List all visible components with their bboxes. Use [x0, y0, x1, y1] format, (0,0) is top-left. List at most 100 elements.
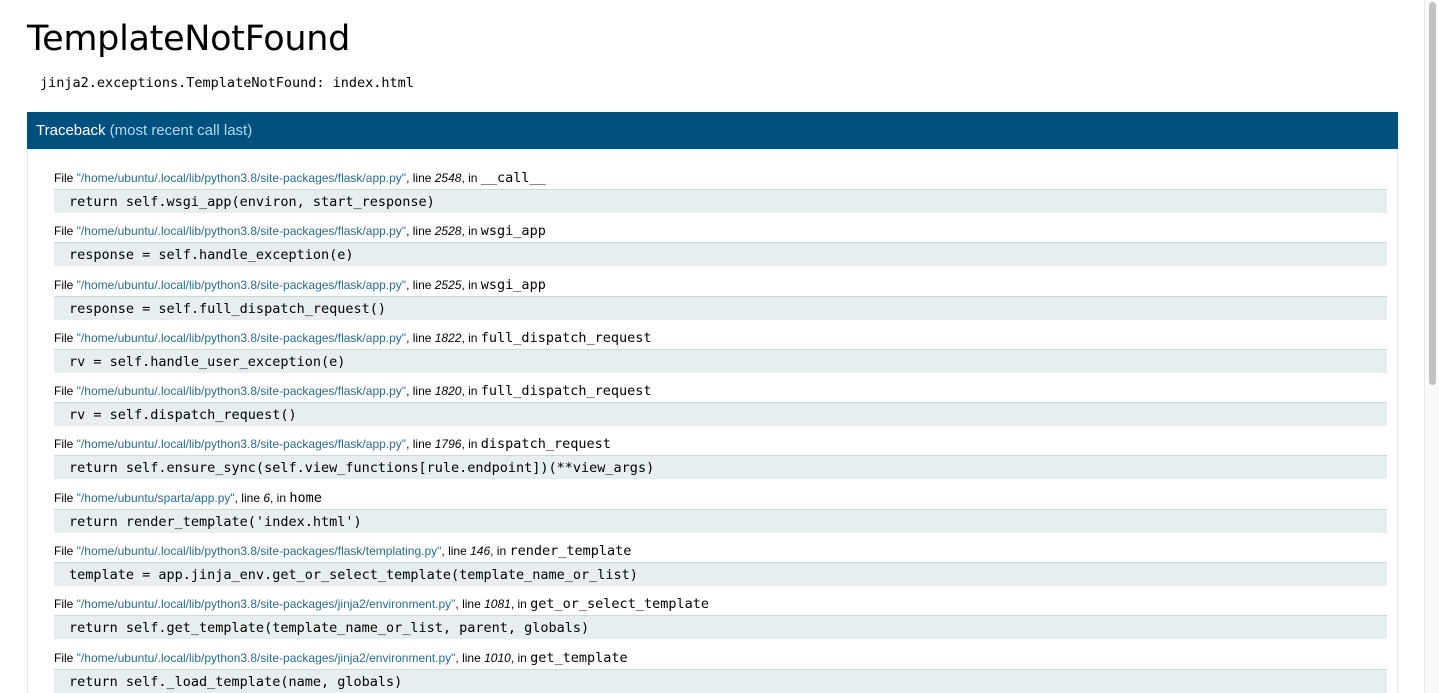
frame-source-line[interactable]: return self.wsgi_app(environ, start_resp… [54, 189, 1387, 213]
in-prefix: , in [461, 277, 481, 292]
file-prefix: File [54, 650, 77, 665]
traceback-frame: File "/home/ubuntu/sparta/app.py", line … [54, 490, 1387, 543]
frame-filename[interactable]: "/home/ubuntu/.local/lib/python3.8/site-… [77, 651, 456, 665]
line-prefix: , line [406, 224, 435, 239]
frame-filename[interactable]: "/home/ubuntu/.local/lib/python3.8/site-… [77, 171, 406, 185]
frame-filename[interactable]: "/home/ubuntu/.local/lib/python3.8/site-… [77, 224, 406, 238]
page-title: TemplateNotFound [27, 19, 351, 59]
file-prefix: File [54, 544, 77, 559]
frame-lineno: 1820 [434, 384, 462, 399]
traceback-frame: File "/home/ubuntu/.local/lib/python3.8/… [54, 383, 1387, 436]
frame-lineno: 6 [263, 490, 271, 505]
traceback-frame: File "/home/ubuntu/.local/lib/python3.8/… [54, 436, 1387, 489]
traceback-frame: File "/home/ubuntu/.local/lib/python3.8/… [54, 223, 1387, 276]
frame-source-line[interactable]: rv = self.dispatch_request() [54, 402, 1387, 427]
traceback-frame: File "/home/ubuntu/.local/lib/python3.8/… [54, 277, 1387, 330]
frame-filename[interactable]: "/home/ubuntu/.local/lib/python3.8/site-… [77, 384, 406, 398]
frame-location: File "/home/ubuntu/sparta/app.py", line … [54, 490, 1387, 509]
frame-lineno: 2525 [434, 277, 462, 292]
in-prefix: , in [510, 650, 531, 665]
line-prefix: , line [406, 171, 435, 185]
file-prefix: File [54, 597, 77, 612]
line-prefix: , line [234, 490, 264, 505]
vertical-scrollbar[interactable] [1424, 0, 1439, 693]
frame-function: wsgi_app [480, 223, 546, 240]
frame-source-line[interactable]: return self.ensure_sync(self.view_functi… [54, 455, 1387, 480]
frame-function: home [289, 489, 322, 506]
frame-function: get_or_select_template [530, 596, 709, 613]
file-prefix: File [54, 490, 77, 505]
file-prefix: File [54, 384, 77, 399]
frame-source-line[interactable]: return self._load_template(name, globals… [54, 668, 1387, 693]
in-prefix: , in [461, 171, 481, 185]
traceback-frame: File "/home/ubuntu/.local/lib/python3.8/… [54, 170, 1387, 223]
frame-lineno: 1822 [434, 330, 462, 345]
frame-source-line[interactable]: response = self.full_dispatch_request() [54, 295, 1387, 320]
frame-filename[interactable]: "/home/ubuntu/.local/lib/python3.8/site-… [77, 437, 406, 451]
error-message: jinja2.exceptions.TemplateNotFound: inde… [40, 75, 414, 91]
frame-function: __call__ [480, 170, 546, 186]
file-prefix: File [54, 277, 77, 292]
frame-location: File "/home/ubuntu/.local/lib/python3.8/… [54, 596, 1387, 615]
traceback-toggle-link[interactable]: (most recent call last) [110, 122, 253, 139]
traceback-frame: File "/home/ubuntu/.local/lib/python3.8/… [54, 596, 1387, 649]
in-prefix: , in [461, 224, 481, 239]
frame-filename[interactable]: "/home/ubuntu/.local/lib/python3.8/site-… [77, 278, 406, 292]
debugger-content: TemplateNotFound jinja2.exceptions.Templ… [27, 0, 1398, 693]
frame-function: get_template [530, 649, 628, 666]
frame-filename[interactable]: "/home/ubuntu/.local/lib/python3.8/site-… [77, 331, 406, 345]
debugger-page: TemplateNotFound jinja2.exceptions.Templ… [0, 0, 1439, 693]
traceback-frame: File "/home/ubuntu/.local/lib/python3.8/… [54, 543, 1387, 596]
frame-function: dispatch_request [480, 436, 611, 453]
file-prefix: File [54, 171, 77, 185]
in-prefix: , in [461, 437, 481, 452]
traceback-frames: File "/home/ubuntu/.local/lib/python3.8/… [27, 149, 1398, 693]
line-prefix: , line [455, 650, 485, 665]
frame-lineno: 1796 [434, 437, 462, 452]
frame-location: File "/home/ubuntu/.local/lib/python3.8/… [54, 436, 1387, 455]
frame-source-line[interactable]: rv = self.handle_user_exception(e) [54, 348, 1387, 373]
frame-lineno: 1010 [484, 650, 511, 665]
frame-source-line[interactable]: template = app.jinja_env.get_or_select_t… [54, 562, 1387, 587]
frame-location: File "/home/ubuntu/.local/lib/python3.8/… [54, 650, 1387, 669]
frame-location: File "/home/ubuntu/.local/lib/python3.8/… [54, 543, 1387, 562]
scrollbar-thumb[interactable] [1429, 2, 1436, 385]
frame-source-line[interactable]: return render_template('index.html') [54, 508, 1387, 533]
frame-function: full_dispatch_request [480, 383, 652, 400]
frame-lineno: 2548 [434, 171, 462, 185]
frame-function: wsgi_app [480, 276, 546, 293]
file-prefix: File [54, 330, 77, 345]
file-prefix: File [54, 437, 77, 452]
frame-location: File "/home/ubuntu/.local/lib/python3.8/… [54, 277, 1387, 296]
frame-function: render_template [509, 543, 632, 560]
frame-filename[interactable]: "/home/ubuntu/sparta/app.py" [77, 491, 235, 505]
line-prefix: , line [406, 277, 435, 292]
frame-location: File "/home/ubuntu/.local/lib/python3.8/… [54, 170, 1387, 189]
frame-location: File "/home/ubuntu/.local/lib/python3.8/… [54, 330, 1387, 349]
traceback-header: Traceback (most recent call last) [27, 112, 1398, 149]
line-prefix: , line [406, 384, 435, 399]
line-prefix: , line [455, 597, 485, 612]
in-prefix: , in [490, 544, 510, 559]
frame-location: File "/home/ubuntu/.local/lib/python3.8/… [54, 383, 1387, 402]
frame-function: full_dispatch_request [480, 329, 652, 346]
file-prefix: File [54, 224, 77, 239]
line-prefix: , line [406, 330, 435, 345]
frame-location: File "/home/ubuntu/.local/lib/python3.8/… [54, 223, 1387, 242]
traceback-frame: File "/home/ubuntu/.local/lib/python3.8/… [54, 330, 1387, 383]
frame-lineno: 2528 [434, 224, 462, 239]
frame-filename[interactable]: "/home/ubuntu/.local/lib/python3.8/site-… [77, 544, 442, 558]
frame-lineno: 1081 [484, 597, 511, 612]
frame-source-line[interactable]: response = self.handle_exception(e) [54, 242, 1387, 267]
in-prefix: , in [510, 597, 531, 612]
traceback-heading: Traceback [36, 122, 106, 139]
line-prefix: , line [406, 437, 435, 452]
line-prefix: , line [441, 544, 471, 559]
traceback-frame: File "/home/ubuntu/.local/lib/python3.8/… [54, 650, 1387, 693]
in-prefix: , in [461, 384, 481, 399]
in-prefix: , in [461, 330, 481, 345]
frame-filename[interactable]: "/home/ubuntu/.local/lib/python3.8/site-… [77, 597, 456, 611]
frame-source-line[interactable]: return self.get_template(template_name_o… [54, 615, 1387, 640]
in-prefix: , in [270, 490, 290, 505]
frame-lineno: 146 [470, 544, 491, 559]
